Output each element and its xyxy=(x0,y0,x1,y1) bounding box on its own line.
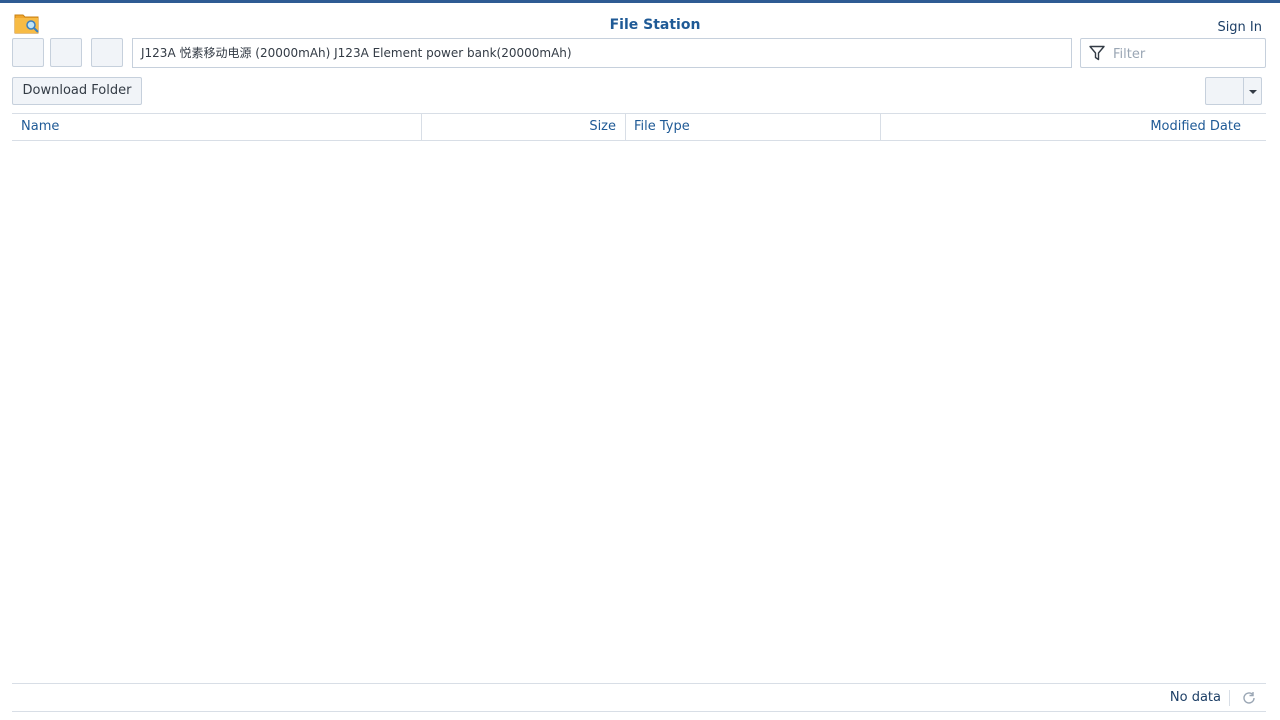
column-header-size[interactable]: Size xyxy=(422,114,616,140)
title-bar: File Station Sign In xyxy=(0,3,1280,37)
column-header-file-type[interactable]: File Type xyxy=(634,114,874,140)
view-mode-divider xyxy=(1243,78,1244,104)
sign-in-link[interactable]: Sign In xyxy=(1217,20,1262,35)
column-header-name[interactable]: Name xyxy=(21,114,411,140)
status-bar: No data xyxy=(12,683,1266,712)
status-divider xyxy=(1229,690,1230,706)
back-button[interactable] xyxy=(12,38,44,67)
refresh-icon[interactable] xyxy=(1242,691,1256,705)
status-text: No data xyxy=(1169,690,1221,705)
column-divider[interactable] xyxy=(625,114,626,140)
column-divider[interactable] xyxy=(880,114,881,140)
view-mode-button[interactable] xyxy=(1205,77,1262,105)
file-station-window: File Station Sign In J123A 悦素移动电源 (20000… xyxy=(0,0,1280,720)
path-bar[interactable]: J123A 悦素移动电源 (20000mAh) J123A Element po… xyxy=(132,38,1072,68)
refresh-nav-button[interactable] xyxy=(91,38,123,67)
filter-icon xyxy=(1089,45,1105,61)
column-header-modified-date[interactable]: Modified Date xyxy=(882,114,1241,140)
grid-header: Name Size File Type Modified Date xyxy=(12,113,1266,141)
chevron-down-icon[interactable] xyxy=(1249,90,1257,94)
forward-button[interactable] xyxy=(50,38,82,67)
app-title: File Station xyxy=(609,17,701,33)
filter-input[interactable] xyxy=(1111,41,1265,67)
download-folder-button[interactable]: Download Folder xyxy=(12,77,142,105)
filter-box[interactable] xyxy=(1080,38,1266,68)
